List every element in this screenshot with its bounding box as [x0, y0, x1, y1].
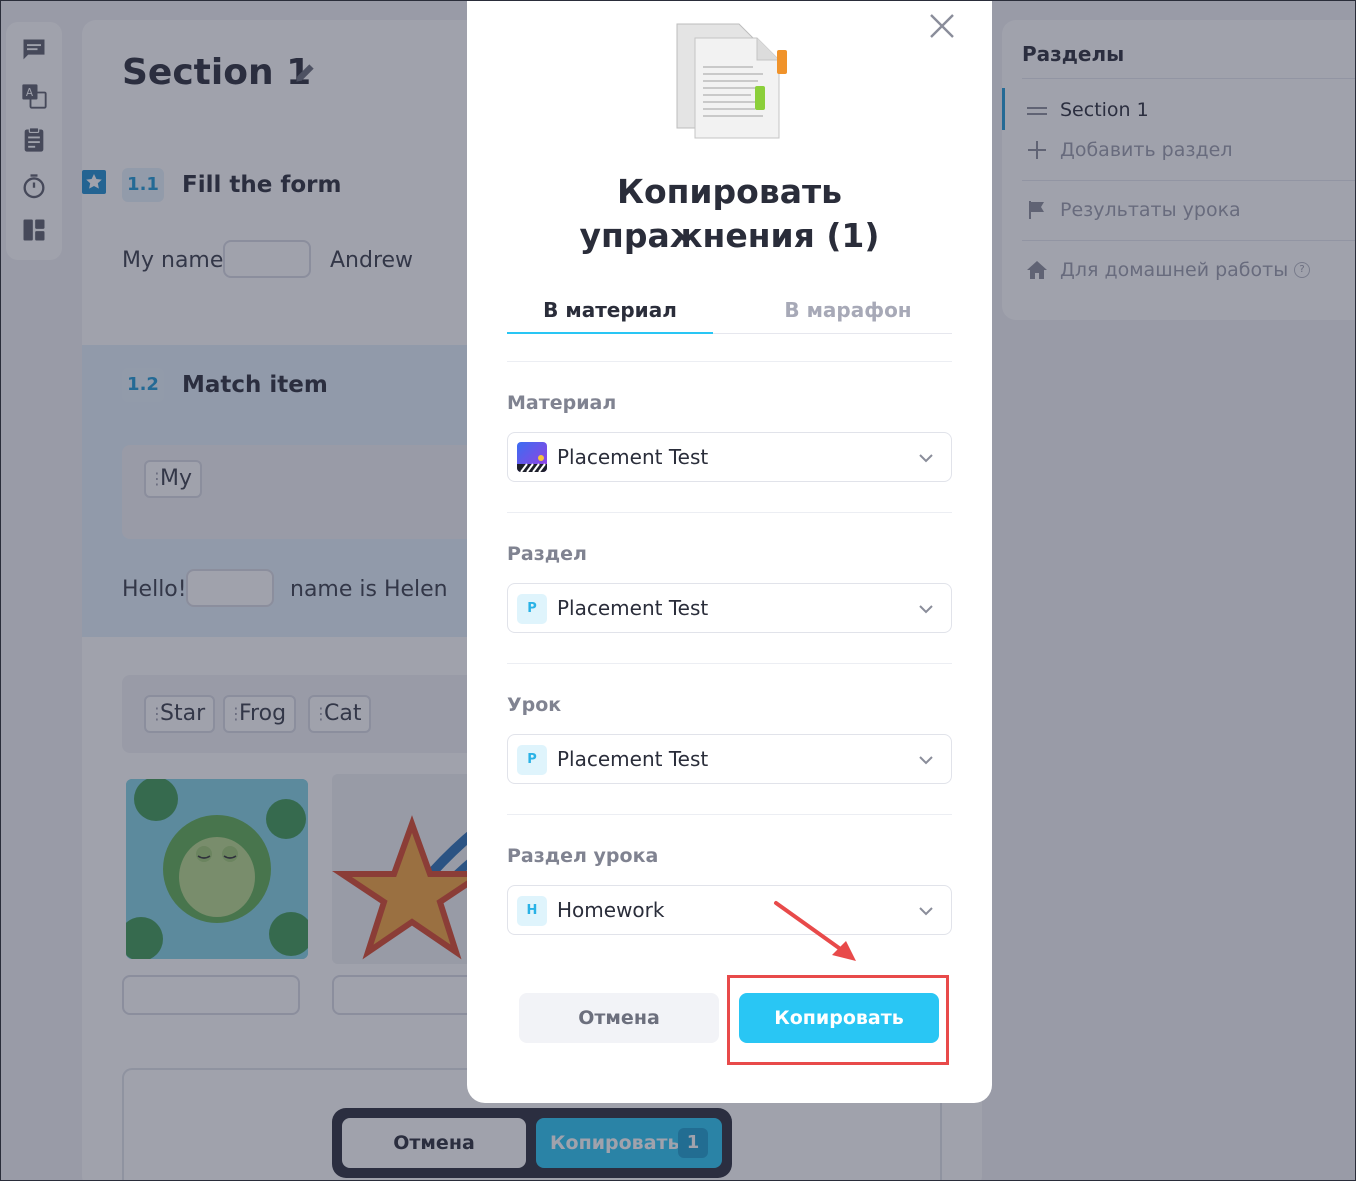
chevron-down-icon	[917, 902, 935, 920]
destination-tabs: В материал В марафон	[507, 290, 952, 334]
section-label: Раздел	[507, 543, 587, 565]
active-tab-indicator	[507, 332, 713, 334]
annotation-highlight-box	[727, 975, 949, 1065]
copy-exercises-dialog: Копировать упражнения (1) В материал В м…	[467, 0, 992, 1103]
divider	[507, 361, 952, 362]
section-value: Placement Test	[557, 596, 709, 620]
section-select[interactable]: P Placement Test	[507, 583, 952, 633]
material-thumbnail-icon	[517, 442, 547, 472]
material-select[interactable]: Placement Test	[507, 432, 952, 482]
divider	[507, 512, 952, 513]
section-letter-icon: P	[517, 594, 547, 624]
chevron-down-icon	[917, 751, 935, 769]
annotation-arrow	[770, 895, 870, 970]
tab-to-marathon[interactable]: В марафон	[745, 298, 951, 322]
divider	[507, 814, 952, 815]
chevron-down-icon	[917, 449, 935, 467]
documents-icon	[673, 20, 787, 142]
lesson-select[interactable]: P Placement Test	[507, 734, 952, 784]
tab-to-material[interactable]: В материал	[507, 298, 713, 322]
lesson-section-select[interactable]: H Homework	[507, 885, 952, 935]
lesson-label: Урок	[507, 694, 562, 716]
material-value: Placement Test	[557, 445, 709, 469]
lesson-letter-icon: P	[517, 745, 547, 775]
close-icon[interactable]	[928, 12, 956, 40]
material-label: Материал	[507, 392, 617, 414]
lesson-section-value: Homework	[557, 898, 665, 922]
lesson-section-letter-icon: H	[517, 896, 547, 926]
cancel-button[interactable]: Отмена	[519, 993, 719, 1043]
lesson-section-label: Раздел урока	[507, 845, 659, 867]
dialog-title: Копировать упражнения (1)	[579, 172, 880, 255]
chevron-down-icon	[917, 600, 935, 618]
lesson-value: Placement Test	[557, 747, 709, 771]
divider	[507, 663, 952, 664]
